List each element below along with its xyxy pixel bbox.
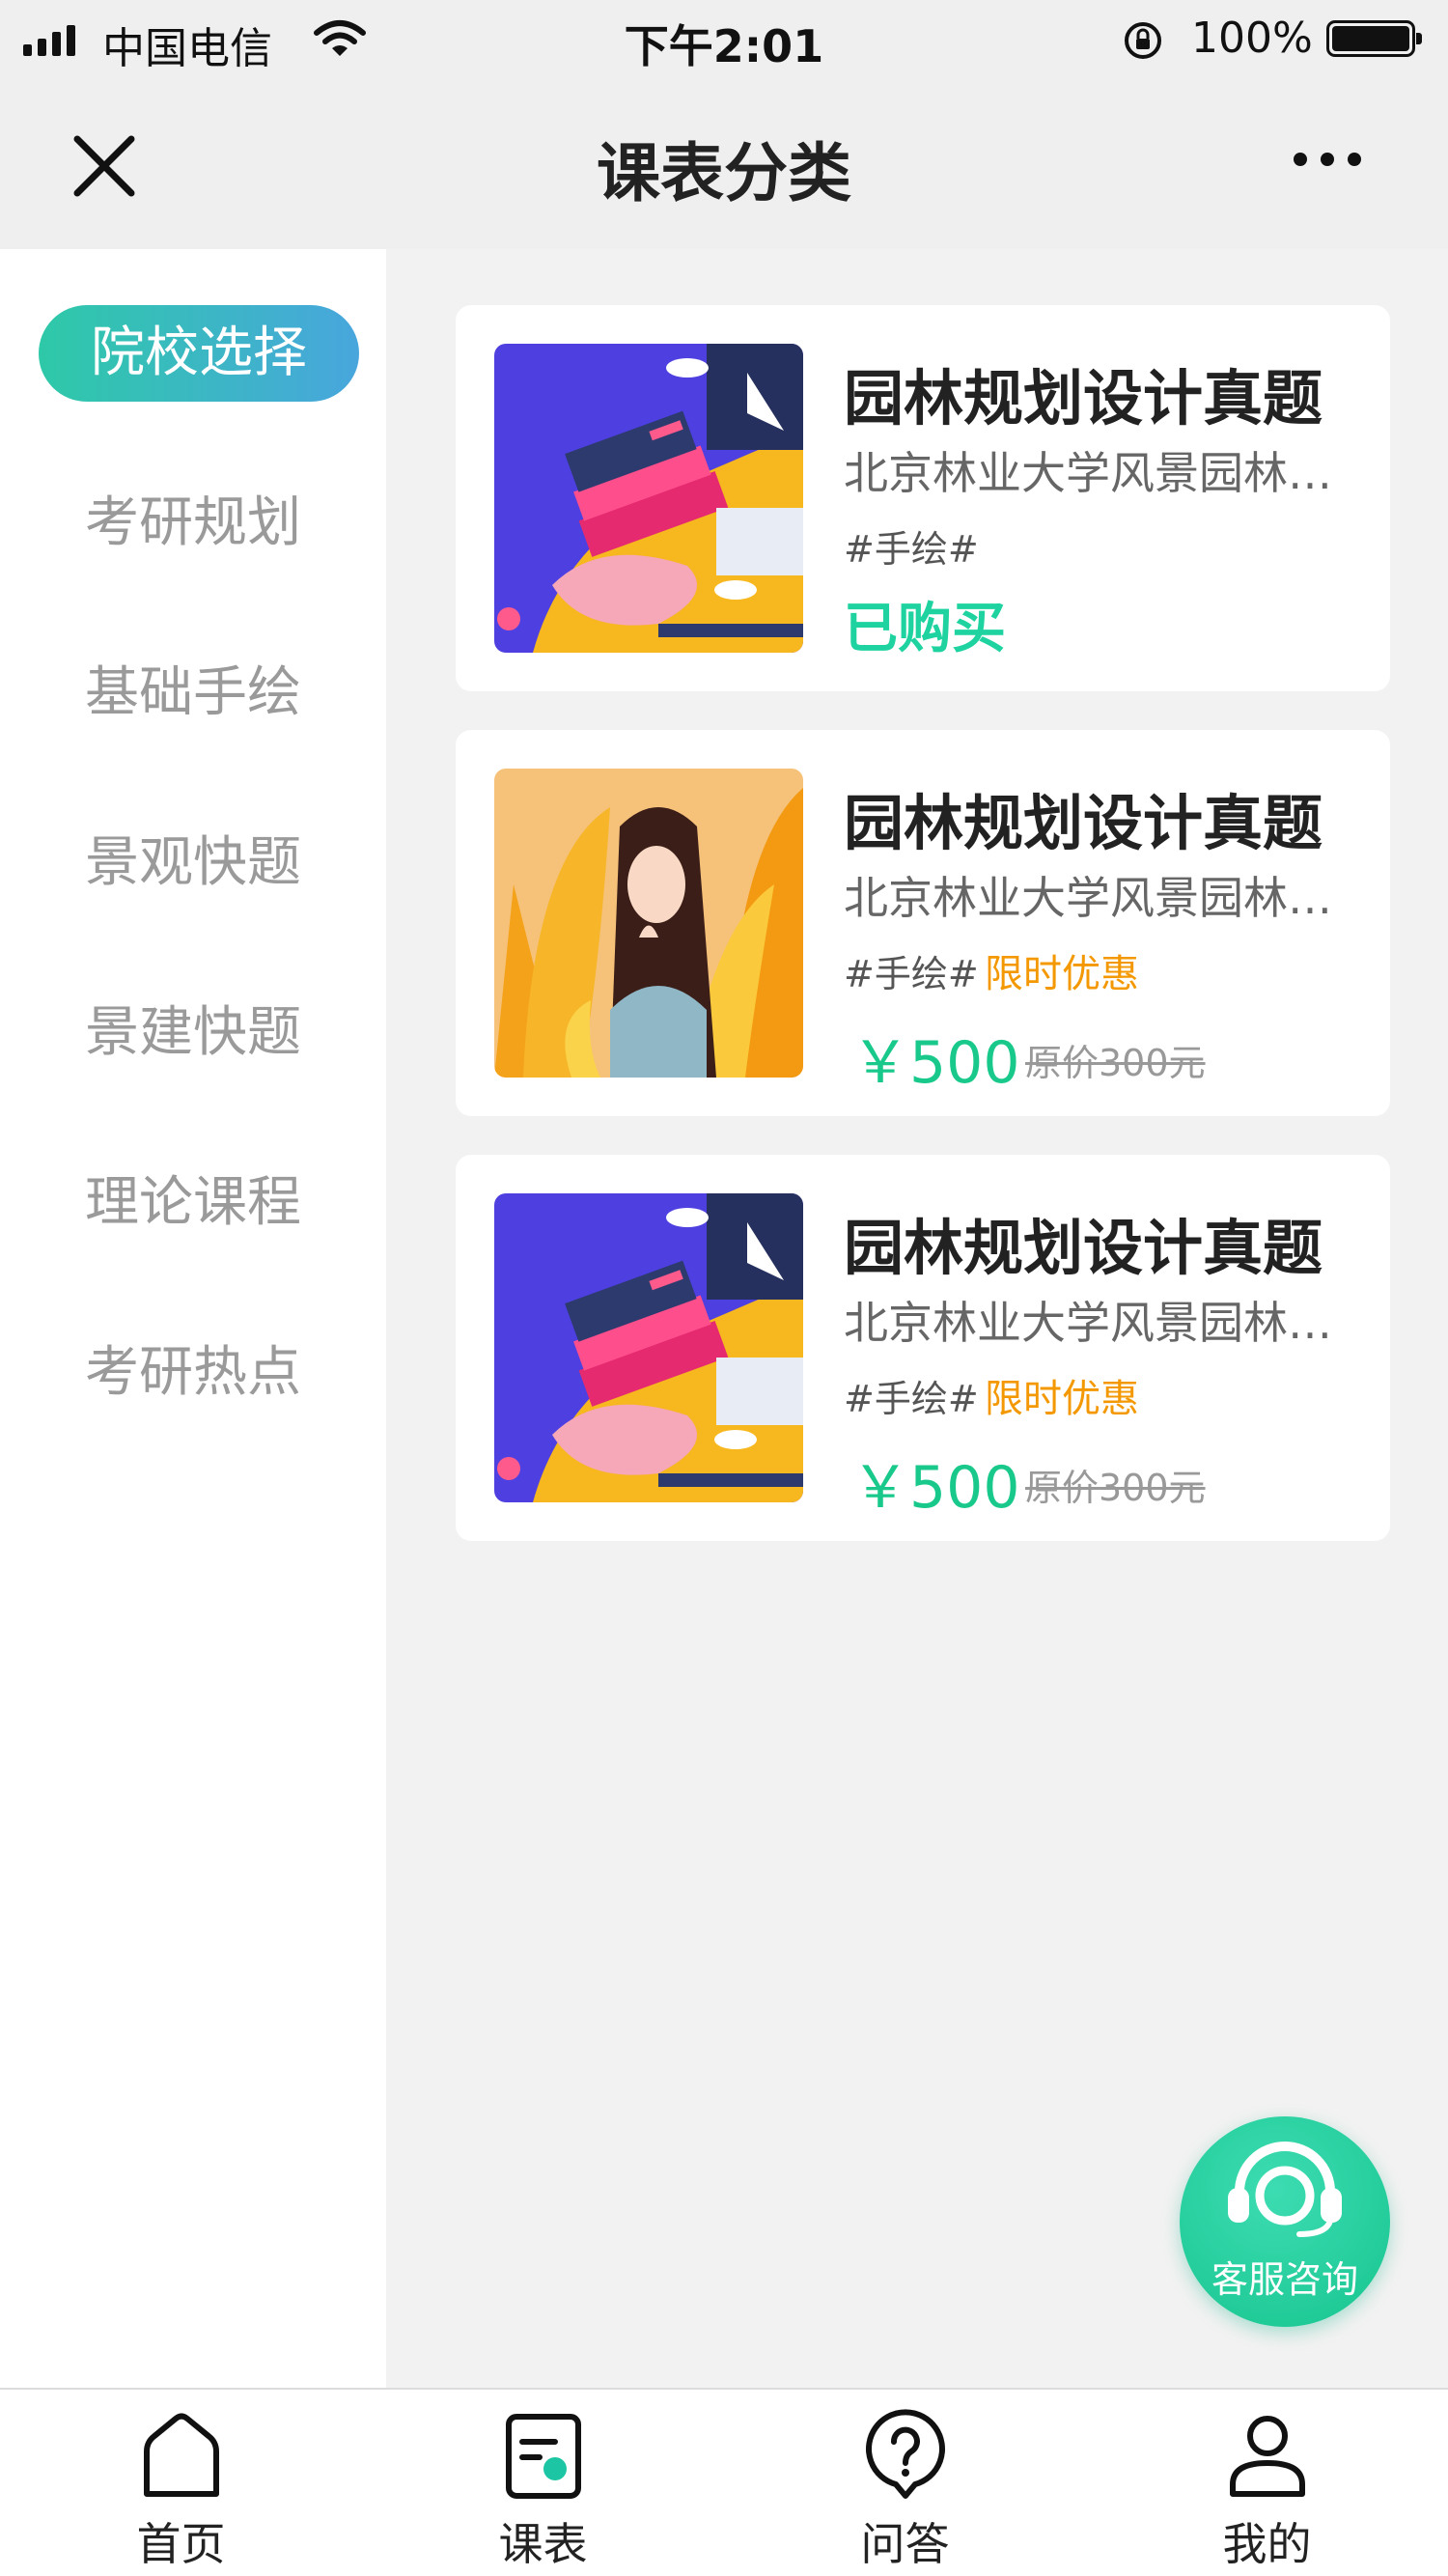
bottom-tab-bar: 首页 课表 问答 我的 bbox=[0, 2388, 1448, 2576]
original-price: 原价300元 bbox=[1025, 1042, 1206, 1084]
tab-label: 首页 bbox=[136, 2518, 226, 2570]
battery-icon bbox=[1326, 20, 1422, 57]
tab-home[interactable]: 首页 bbox=[0, 2390, 362, 2576]
headset-icon bbox=[1228, 2142, 1342, 2237]
purchased-status: 已购买 bbox=[844, 598, 1006, 660]
sidebar-item-architecture[interactable]: 景建快题 bbox=[0, 989, 386, 1067]
course-card[interactable]: 园林规划设计真题 北京林业大学风景园林专业考研真题 #手绘# 限时优惠 ￥500… bbox=[456, 730, 1390, 1116]
course-title: 园林规划设计真题 bbox=[844, 788, 1323, 858]
original-price: 原价300元 bbox=[1025, 1467, 1206, 1509]
page-title: 课表分类 bbox=[597, 136, 851, 210]
service-label: 客服咨询 bbox=[1211, 2258, 1358, 2301]
course-subtitle: 北京林业大学风景园林专业考研真题 bbox=[844, 872, 1365, 924]
tab-schedule[interactable]: 课表 bbox=[362, 2390, 724, 2576]
tab-label: 问答 bbox=[860, 2518, 950, 2570]
course-thumbnail bbox=[494, 769, 803, 1078]
promo-badge: 限时优惠 bbox=[985, 1377, 1139, 1421]
course-title: 园林规划设计真题 bbox=[844, 363, 1323, 434]
nav-bar: 课表分类 bbox=[0, 79, 1448, 249]
sidebar-item-sketch[interactable]: 基础手绘 bbox=[0, 649, 386, 727]
more-icon[interactable] bbox=[1294, 153, 1361, 166]
course-thumbnail bbox=[494, 344, 803, 653]
course-title: 园林规划设计真题 bbox=[844, 1213, 1323, 1283]
course-subtitle: 北京林业大学风景园林专业考研真题 bbox=[844, 447, 1365, 499]
course-subtitle: 北京林业大学风景园林专业考研真题 bbox=[844, 1297, 1365, 1349]
course-card[interactable]: 园林规划设计真题 北京林业大学风景园林专业考研真题 #手绘# 已购买 bbox=[456, 305, 1390, 691]
course-price: ￥500 bbox=[851, 1029, 1020, 1097]
sidebar-item-school[interactable]: 院校选择 bbox=[39, 305, 359, 402]
course-tag: #手绘# bbox=[844, 953, 979, 995]
category-sidebar: 院校选择 考研规划 基础手绘 景观快题 景建快题 理论课程 考研热点 bbox=[0, 249, 386, 2388]
sidebar-item-planning[interactable]: 考研规划 bbox=[0, 479, 386, 557]
schedule-icon bbox=[506, 2414, 581, 2499]
sidebar-item-hotspot[interactable]: 考研热点 bbox=[0, 1329, 386, 1407]
rotation-lock-icon bbox=[1125, 22, 1161, 59]
tab-label: 我的 bbox=[1222, 2518, 1312, 2570]
course-card[interactable]: 园林规划设计真题 北京林业大学风景园林专业考研真题 #手绘# 限时优惠 ￥500… bbox=[456, 1155, 1390, 1541]
home-icon bbox=[144, 2413, 219, 2497]
course-price: ￥500 bbox=[851, 1454, 1020, 1522]
user-icon bbox=[1230, 2416, 1305, 2497]
sidebar-item-theory[interactable]: 理论课程 bbox=[0, 1159, 386, 1237]
tab-qa[interactable]: 问答 bbox=[724, 2390, 1086, 2576]
customer-service-button[interactable]: 客服咨询 bbox=[1180, 2116, 1390, 2327]
battery-percent: 100% bbox=[1191, 14, 1313, 63]
course-thumbnail bbox=[494, 1193, 803, 1502]
course-tag: #手绘# bbox=[844, 528, 979, 571]
tab-profile[interactable]: 我的 bbox=[1086, 2390, 1448, 2576]
status-bar: 中国电信 下午2:01 100% bbox=[0, 0, 1448, 79]
promo-badge: 限时优惠 bbox=[985, 952, 1139, 996]
course-tag: #手绘# bbox=[844, 1378, 979, 1420]
sidebar-item-landscape[interactable]: 景观快题 bbox=[0, 819, 386, 897]
question-icon bbox=[866, 2409, 945, 2499]
tab-label: 课表 bbox=[498, 2518, 588, 2570]
